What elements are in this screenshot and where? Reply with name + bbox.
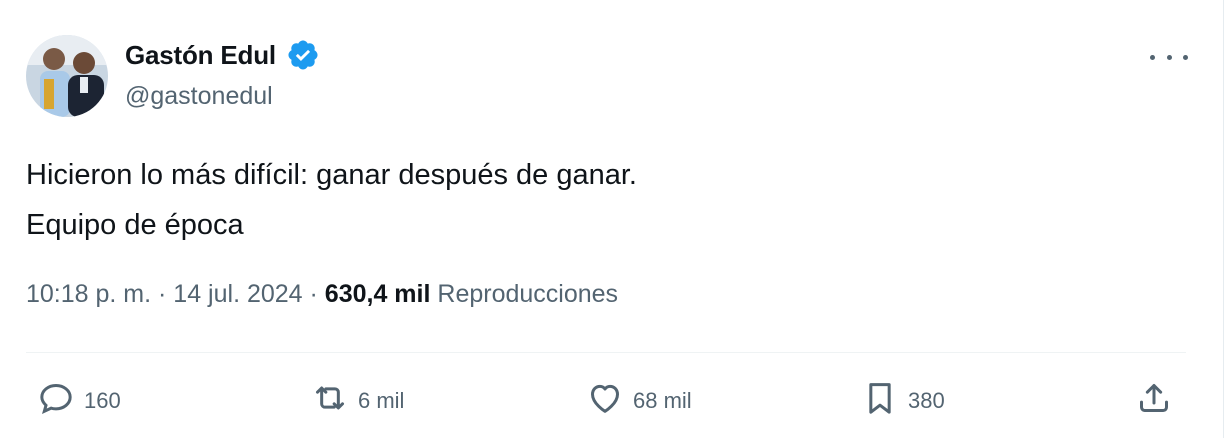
tweet-meta: 10:18 p. m. · 14 jul. 2024 · 630,4 mil R… <box>26 280 618 309</box>
reply-count: 160 <box>84 388 121 413</box>
author-handle[interactable]: @gastonedul <box>125 82 273 111</box>
meta-separator: · <box>151 280 174 308</box>
avatar[interactable] <box>26 35 108 117</box>
bookmark-count: 380 <box>908 388 945 413</box>
views-label: Reproducciones <box>437 280 619 308</box>
share-icon <box>1134 378 1174 424</box>
like-button[interactable]: 68 mil <box>585 375 692 427</box>
retweet-count: 6 mil <box>358 388 405 413</box>
tweet-time[interactable]: 10:18 p. m. <box>26 280 151 308</box>
action-bar: 160 6 mil 68 mil 380 <box>0 375 1224 427</box>
tweet-date[interactable]: 14 jul. 2024 <box>173 280 302 308</box>
views-count: 630,4 mil <box>324 280 431 308</box>
bookmark-button[interactable]: 380 <box>860 375 945 427</box>
tweet-card: Gastón Edul @gastonedul Hicieron lo más … <box>0 0 1224 438</box>
tweet-text: Hicieron lo más difícil: ganar después d… <box>26 150 1176 250</box>
tweet-text-line: Hicieron lo más difícil: ganar después d… <box>26 159 637 191</box>
tweet-text-line: Equipo de época <box>26 209 244 241</box>
meta-separator: · <box>302 280 325 308</box>
author-name-row: Gastón Edul <box>125 38 320 72</box>
retweet-icon <box>310 378 350 424</box>
reply-button[interactable]: 160 <box>36 375 121 427</box>
divider <box>26 352 1186 353</box>
like-icon <box>585 378 625 424</box>
more-icon[interactable] <box>1150 44 1188 70</box>
like-count: 68 mil <box>633 388 692 413</box>
retweet-button[interactable]: 6 mil <box>310 375 404 427</box>
share-button[interactable] <box>1134 375 1174 427</box>
verified-badge-icon <box>286 38 320 72</box>
author-name[interactable]: Gastón Edul <box>125 40 276 71</box>
bookmark-icon <box>860 378 900 424</box>
reply-icon <box>36 378 76 424</box>
